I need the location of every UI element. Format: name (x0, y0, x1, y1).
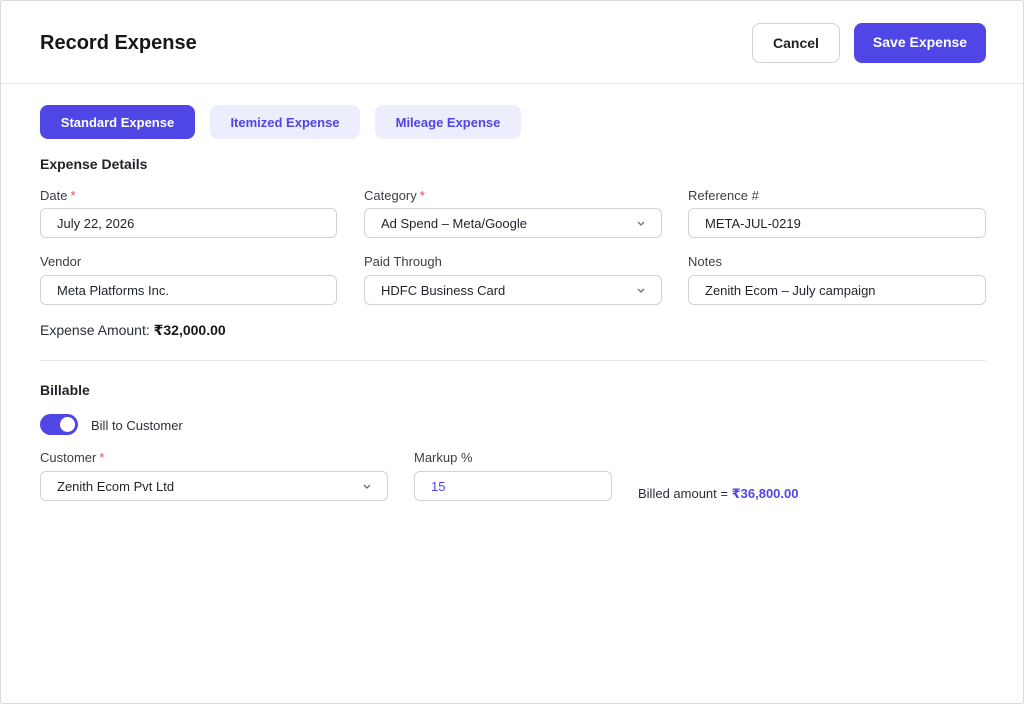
customer-label-text: Customer (40, 450, 97, 465)
category-label: Category * (364, 188, 425, 203)
date-field[interactable]: July 22, 2026 (40, 208, 337, 238)
markup-input[interactable]: 15 (414, 471, 612, 501)
expense-amount: Expense Amount: ₹32,000.00 (40, 322, 226, 339)
required-marker: * (419, 188, 425, 203)
section-divider (40, 360, 986, 361)
save-expense-button[interactable]: Save Expense (854, 23, 986, 63)
paid-through-select[interactable]: HDFC Business Card (364, 275, 662, 305)
billed-amount-label: Billed amount = (638, 486, 728, 501)
reference-input[interactable]: META-JUL-0219 (688, 208, 986, 238)
chevron-down-icon (637, 288, 645, 293)
billable-heading: Billable (40, 382, 90, 398)
category-label-text: Category (364, 188, 417, 203)
markup-value: 15 (431, 478, 446, 494)
expense-amount-label: Expense Amount: (40, 322, 150, 338)
page-header: Record Expense Cancel Save Expense (1, 1, 1023, 84)
tab-itemized-expense[interactable]: Itemized Expense (210, 105, 360, 139)
chevron-down-icon (363, 484, 371, 489)
toggle-knob (60, 417, 75, 432)
page-title: Record Expense (40, 32, 197, 54)
billed-amount-value: ₹36,800.00 (731, 486, 799, 501)
required-marker: * (70, 188, 76, 203)
tab-standard-expense[interactable]: Standard Expense (40, 105, 195, 139)
required-marker: * (99, 450, 105, 465)
billed-amount: Billed amount = ₹36,800.00 (638, 486, 799, 502)
reference-value: META-JUL-0219 (705, 215, 801, 231)
notes-value: Zenith Ecom – July campaign (705, 282, 876, 298)
customer-label: Customer * (40, 450, 104, 465)
vendor-value: Meta Platforms Inc. (57, 282, 169, 298)
date-value: July 22, 2026 (57, 215, 135, 231)
vendor-input[interactable]: Meta Platforms Inc. (40, 275, 337, 305)
date-label: Date * (40, 188, 76, 203)
date-label-text: Date (40, 188, 68, 203)
vendor-label: Vendor (40, 254, 82, 269)
paid-through-label: Paid Through (364, 254, 442, 269)
category-value: Ad Spend – Meta/Google (381, 215, 527, 231)
cancel-button[interactable]: Cancel (752, 23, 840, 63)
paid-through-value: HDFC Business Card (381, 282, 506, 298)
reference-label: Reference # (688, 188, 759, 203)
record-expense-window: Record Expense Cancel Save Expense Stand… (0, 0, 1024, 704)
chevron-down-icon (637, 221, 645, 226)
expense-details-heading: Expense Details (40, 156, 148, 172)
tab-mileage-expense[interactable]: Mileage Expense (375, 105, 521, 139)
bill-to-customer-label: Bill to Customer (91, 418, 183, 433)
category-select[interactable]: Ad Spend – Meta/Google (364, 208, 662, 238)
notes-input[interactable]: Zenith Ecom – July campaign (688, 275, 986, 305)
expense-amount-value: ₹32,000.00 (153, 322, 226, 338)
customer-value: Zenith Ecom Pvt Ltd (57, 478, 175, 494)
markup-label: Markup % (414, 450, 473, 465)
notes-label: Notes (688, 254, 722, 269)
customer-select[interactable]: Zenith Ecom Pvt Ltd (40, 471, 388, 501)
bill-to-customer-toggle[interactable] (40, 414, 78, 435)
